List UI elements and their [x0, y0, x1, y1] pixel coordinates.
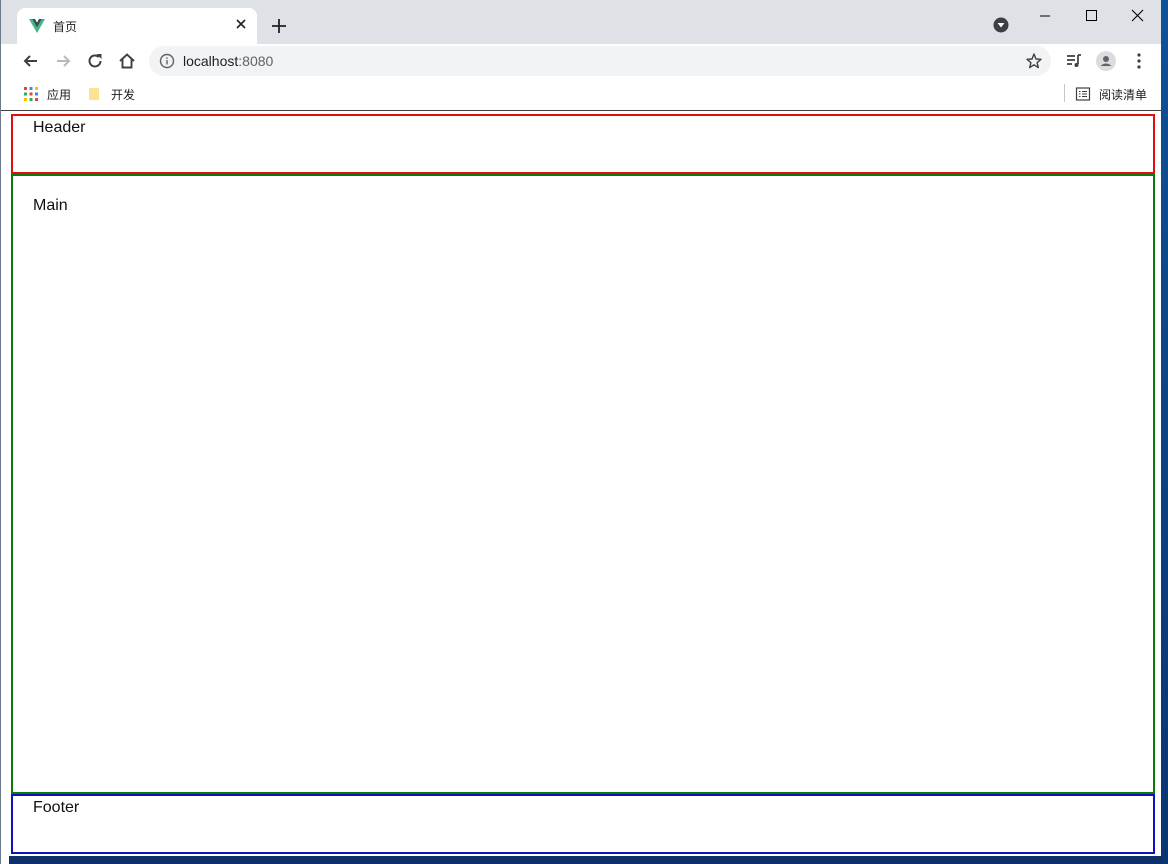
page-header: Header	[11, 114, 1155, 174]
close-icon[interactable]	[1114, 6, 1160, 26]
info-icon[interactable]	[159, 53, 175, 69]
header-label: Header	[33, 119, 86, 136]
close-icon[interactable]	[233, 16, 249, 32]
avatar-icon[interactable]	[1096, 51, 1116, 71]
url-port: :8080	[238, 53, 274, 69]
main-label: Main	[33, 197, 68, 214]
bookmarks-bar: 应用 开发 阅读清单	[1, 78, 1161, 111]
vue-logo-icon	[29, 19, 45, 33]
url-text[interactable]: localhost:8080	[183, 53, 273, 69]
minimize-icon[interactable]	[1022, 6, 1068, 26]
reload-icon[interactable]	[85, 51, 105, 71]
footer-label: Footer	[33, 799, 80, 816]
arrow-left-icon[interactable]	[21, 51, 41, 71]
folder-icon	[89, 88, 99, 100]
plus-icon[interactable]	[269, 16, 289, 36]
tab-home[interactable]: 首页	[17, 8, 257, 44]
reading-list-button[interactable]: 阅读清单	[1075, 84, 1147, 104]
bookmark-label: 开发	[111, 87, 136, 102]
url-host: localhost	[183, 53, 239, 69]
reading-list-icon	[1075, 87, 1091, 101]
browser-window: 首页 localhost:8080 应用 开发 阅读清单 Header Main…	[0, 0, 1161, 864]
playlist-icon[interactable]	[1064, 51, 1084, 71]
star-icon[interactable]	[1025, 52, 1043, 70]
chevron-down-circle-icon[interactable]	[993, 17, 1009, 33]
bookmark-folder-dev[interactable]: 开发	[87, 84, 135, 104]
bookmark-label: 应用	[47, 87, 72, 102]
bookmark-apps[interactable]: 应用	[23, 84, 71, 104]
home-icon[interactable]	[117, 51, 137, 71]
reading-list-label: 阅读清单	[1099, 87, 1148, 102]
page-viewport: Header Main Footer	[9, 112, 1161, 864]
browser-toolbar: localhost:8080	[1, 44, 1161, 78]
maximize-icon[interactable]	[1068, 6, 1114, 26]
kebab-menu-icon[interactable]	[1129, 51, 1149, 71]
page-footer: Footer	[11, 794, 1155, 854]
tab-strip: 首页	[1, 0, 1161, 44]
page-main: Main	[11, 174, 1155, 794]
address-bar[interactable]: localhost:8080	[149, 46, 1051, 76]
apps-grid-icon	[24, 87, 38, 101]
window-bottom-edge	[9, 856, 1161, 864]
tab-title: 首页	[53, 20, 78, 34]
arrow-right-icon[interactable]	[53, 51, 73, 71]
bookmarks-divider	[1064, 84, 1065, 102]
